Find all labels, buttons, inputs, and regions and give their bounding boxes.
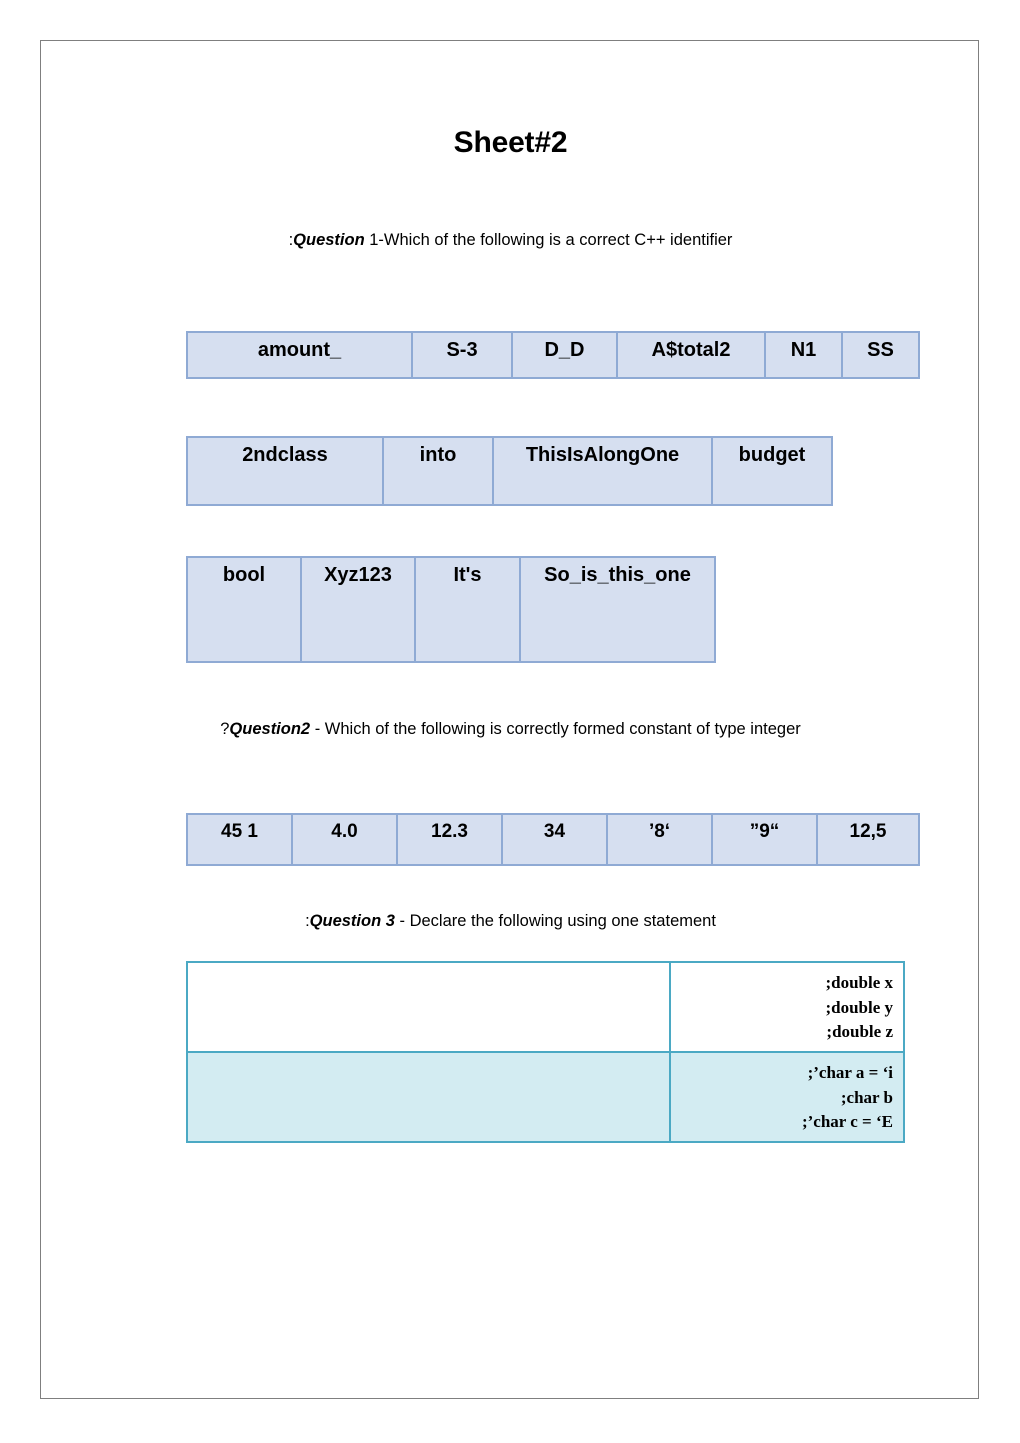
declaration-cell[interactable]: ;’char a = ‘i ;char b ;’char c = ‘E <box>669 1050 905 1143</box>
identifier-cell[interactable]: 2ndclass <box>186 436 384 506</box>
declaration-cell[interactable]: ;double x ;double y ;double z <box>669 961 905 1053</box>
question-1-text: :Question 1-Which of the following is a … <box>41 231 980 250</box>
page-title: Sheet#2 <box>453 126 568 159</box>
table-row: bool Xyz123 It's So_is_this_one <box>186 556 716 663</box>
constant-cell[interactable]: 4.0 <box>291 813 398 866</box>
question-3-body: - Declare the following using one statem… <box>394 912 716 930</box>
identifier-cell[interactable]: SS <box>841 331 920 379</box>
identifier-cell[interactable]: D_D <box>511 331 618 379</box>
table-row: ;’char a = ‘i ;char b ;’char c = ‘E <box>186 1050 905 1143</box>
identifiers-table-row2: 2ndclass into ThisIsAlongOne budget <box>186 436 833 506</box>
answer-cell-empty[interactable] <box>186 961 671 1053</box>
constants-table: 45 1 4.0 12.3 34 ’8‘ ”9“ 12,5 <box>186 813 920 866</box>
identifiers-table-row3: bool Xyz123 It's So_is_this_one <box>186 556 716 663</box>
table-row: 2ndclass into ThisIsAlongOne budget <box>186 436 833 506</box>
identifier-cell[interactable]: It's <box>414 556 521 663</box>
identifier-cell[interactable]: S-3 <box>411 331 513 379</box>
declaration-line: ;’char c = ‘E <box>801 1112 893 1132</box>
question-2-label: Question2 <box>229 720 311 738</box>
identifier-cell[interactable]: budget <box>711 436 833 506</box>
identifier-cell[interactable]: Xyz123 <box>300 556 416 663</box>
declaration-line: ;double y <box>825 997 893 1017</box>
constant-cell[interactable]: 12.3 <box>396 813 503 866</box>
table-row: 45 1 4.0 12.3 34 ’8‘ ”9“ 12,5 <box>186 813 920 866</box>
question-2-body: - Which of the following is correctly fo… <box>310 720 801 738</box>
identifier-cell[interactable]: N1 <box>764 331 843 379</box>
document-page: Sheet#2 :Question 1-Which of the followi… <box>40 40 979 1399</box>
answer-cell-empty[interactable] <box>186 1050 671 1143</box>
declaration-line: ;double z <box>826 1022 893 1042</box>
declarations-table: ;double x ;double y ;double z ;’char a =… <box>186 961 905 1143</box>
table-row: ;double x ;double y ;double z <box>186 961 905 1053</box>
question-2-text: ?Question2 - Which of the following is c… <box>41 720 980 739</box>
question-1-body: 1-Which of the following is a correct C+… <box>364 231 733 249</box>
constant-cell[interactable]: 45 1 <box>186 813 293 866</box>
identifiers-table-row1: amount_ S-3 D_D A$total2 N1 SS <box>186 331 920 379</box>
declaration-line: ;char b <box>840 1087 893 1107</box>
question-3-text: :Question 3 - Declare the following usin… <box>41 912 980 931</box>
question-3-label: Question 3 <box>309 912 395 930</box>
declaration-line: ;’char a = ‘i <box>807 1062 893 1082</box>
declaration-line: ;double x <box>825 973 893 992</box>
constant-cell[interactable]: 12,5 <box>816 813 920 866</box>
table-row: amount_ S-3 D_D A$total2 N1 SS <box>186 331 920 379</box>
question-1-label: Question <box>293 231 365 249</box>
identifier-cell[interactable]: So_is_this_one <box>519 556 716 663</box>
constant-cell[interactable]: 34 <box>501 813 608 866</box>
identifier-cell[interactable]: amount_ <box>186 331 413 379</box>
identifier-cell[interactable]: into <box>382 436 494 506</box>
constant-cell[interactable]: ’8‘ <box>606 813 713 866</box>
identifier-cell[interactable]: A$total2 <box>616 331 766 379</box>
identifier-cell[interactable]: bool <box>186 556 302 663</box>
identifier-cell[interactable]: ThisIsAlongOne <box>492 436 713 506</box>
constant-cell[interactable]: ”9“ <box>711 813 818 866</box>
